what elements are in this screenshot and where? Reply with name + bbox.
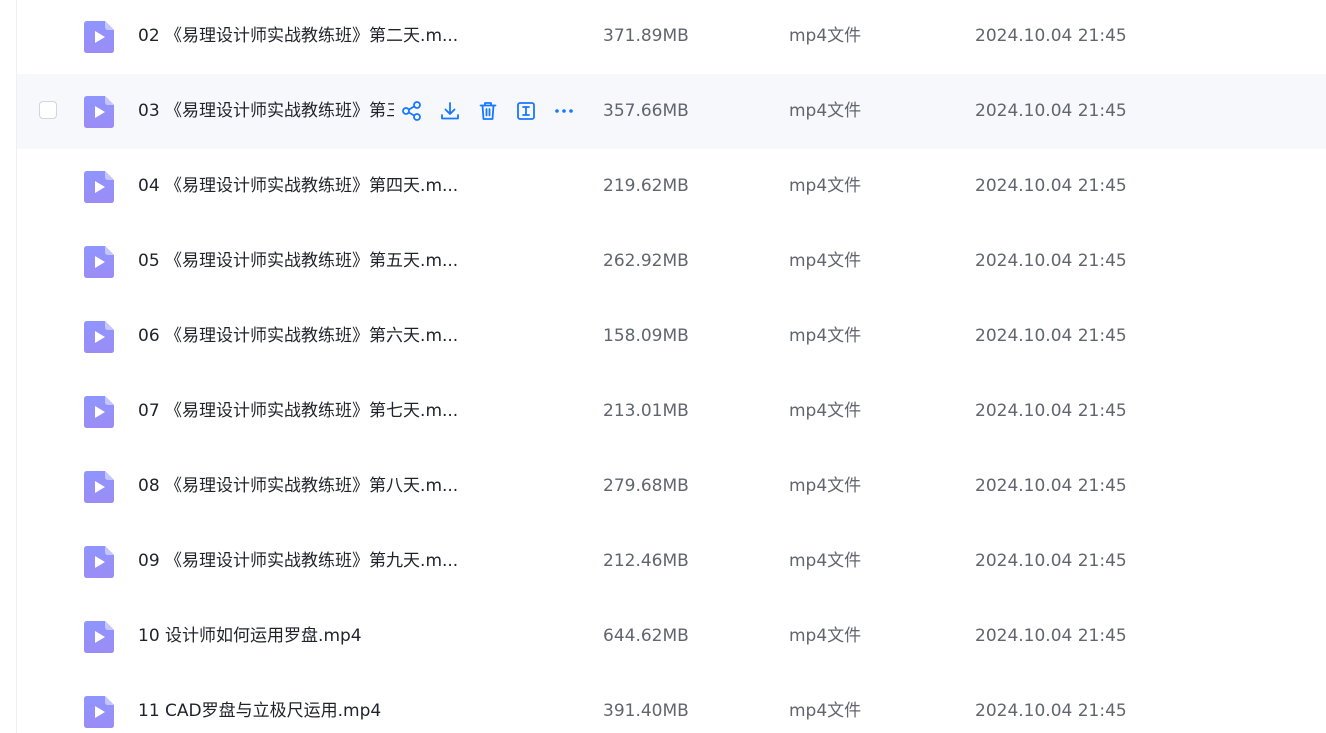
file-row[interactable]: 02 《易理设计师实战教练班》第二天.m... 371.89MB mp4文件 2024… <box>17 0 1326 74</box>
file-name[interactable]: 03 《易理设计师实战教练班》第三天.mp4 <box>138 74 394 149</box>
row-actions <box>400 99 590 123</box>
file-modified-date: 2024.10.04 21:45 <box>975 176 1127 196</box>
file-row[interactable]: 07 《易理设计师实战教练班》第七天.m... 213.01MB mp4文件 2024… <box>17 374 1326 449</box>
file-name[interactable]: 05 《易理设计师实战教练班》第五天.m... <box>138 224 458 299</box>
file-type: mp4文件 <box>789 176 862 196</box>
download-icon[interactable] <box>438 99 462 123</box>
video-file-icon <box>84 171 114 203</box>
file-modified-date: 2024.10.04 21:45 <box>975 476 1127 496</box>
file-type: mp4文件 <box>789 401 862 421</box>
video-file-icon <box>84 696 114 728</box>
more-icon[interactable] <box>552 99 576 123</box>
file-row[interactable]: 03 《易理设计师实战教练班》第三天.mp4 357.66MB mp4文件 2024.… <box>17 74 1326 149</box>
video-file-icon <box>84 246 114 278</box>
video-file-icon <box>84 21 114 53</box>
file-name[interactable]: 04 《易理设计师实战教练班》第四天.m... <box>138 149 458 224</box>
video-file-icon <box>84 546 114 578</box>
file-name[interactable]: 10 设计师如何运用罗盘.mp4 <box>138 599 362 674</box>
share-icon[interactable] <box>400 99 424 123</box>
file-modified-date: 2024.10.04 21:45 <box>975 401 1127 421</box>
video-file-icon <box>84 621 114 653</box>
file-size: 219.62MB <box>603 176 689 196</box>
file-type: mp4文件 <box>789 101 862 121</box>
file-row[interactable]: 11 CAD罗盘与立极尺运用.mp4 391.40MB mp4文件 2024.10.0… <box>17 674 1326 733</box>
file-row[interactable]: 04 《易理设计师实战教练班》第四天.m... 219.62MB mp4文件 2024… <box>17 149 1326 224</box>
file-type: mp4文件 <box>789 26 862 46</box>
file-type: mp4文件 <box>789 251 862 271</box>
file-row[interactable]: 06 《易理设计师实战教练班》第六天.m... 158.09MB mp4文件 2024… <box>17 299 1326 374</box>
file-modified-date: 2024.10.04 21:45 <box>975 626 1127 646</box>
file-name[interactable]: 09 《易理设计师实战教练班》第九天.m... <box>138 524 458 599</box>
file-size: 158.09MB <box>603 326 689 346</box>
video-file-icon <box>84 396 114 428</box>
file-name[interactable]: 07 《易理设计师实战教练班》第七天.m... <box>138 374 458 449</box>
file-list: 02 《易理设计师实战教练班》第二天.m... 371.89MB mp4文件 2024… <box>17 0 1326 733</box>
video-file-icon <box>84 321 114 353</box>
video-file-icon <box>84 96 114 128</box>
file-modified-date: 2024.10.04 21:45 <box>975 551 1127 571</box>
file-type: mp4文件 <box>789 701 862 721</box>
rename-icon[interactable] <box>514 99 538 123</box>
file-modified-date: 2024.10.04 21:45 <box>975 251 1127 271</box>
file-size: 391.40MB <box>603 701 689 721</box>
trash-icon[interactable] <box>476 99 500 123</box>
file-name[interactable]: 08 《易理设计师实战教练班》第八天.m... <box>138 449 458 524</box>
file-size: 644.62MB <box>603 626 689 646</box>
file-name[interactable]: 02 《易理设计师实战教练班》第二天.m... <box>138 0 458 74</box>
file-size: 371.89MB <box>603 26 689 46</box>
file-name[interactable]: 11 CAD罗盘与立极尺运用.mp4 <box>138 674 381 733</box>
file-size: 262.92MB <box>603 251 689 271</box>
file-row[interactable]: 08 《易理设计师实战教练班》第八天.m... 279.68MB mp4文件 2024… <box>17 449 1326 524</box>
file-row[interactable]: 05 《易理设计师实战教练班》第五天.m... 262.92MB mp4文件 2024… <box>17 224 1326 299</box>
file-type: mp4文件 <box>789 476 862 496</box>
file-name[interactable]: 06 《易理设计师实战教练班》第六天.m... <box>138 299 458 374</box>
file-size: 212.46MB <box>603 551 689 571</box>
file-row[interactable]: 09 《易理设计师实战教练班》第九天.m... 212.46MB mp4文件 2024… <box>17 524 1326 599</box>
file-modified-date: 2024.10.04 21:45 <box>975 26 1127 46</box>
file-list-page: 02 《易理设计师实战教练班》第二天.m... 371.89MB mp4文件 2024… <box>0 0 1326 733</box>
file-size: 279.68MB <box>603 476 689 496</box>
file-type: mp4文件 <box>789 551 862 571</box>
file-size: 357.66MB <box>603 101 689 121</box>
file-type: mp4文件 <box>789 326 862 346</box>
video-file-icon <box>84 471 114 503</box>
file-modified-date: 2024.10.04 21:45 <box>975 701 1127 721</box>
file-size: 213.01MB <box>603 401 689 421</box>
row-checkbox[interactable] <box>39 101 57 119</box>
file-type: mp4文件 <box>789 626 862 646</box>
file-modified-date: 2024.10.04 21:45 <box>975 101 1127 121</box>
file-modified-date: 2024.10.04 21:45 <box>975 326 1127 346</box>
file-row[interactable]: 10 设计师如何运用罗盘.mp4 644.62MB mp4文件 2024.10.04 … <box>17 599 1326 674</box>
